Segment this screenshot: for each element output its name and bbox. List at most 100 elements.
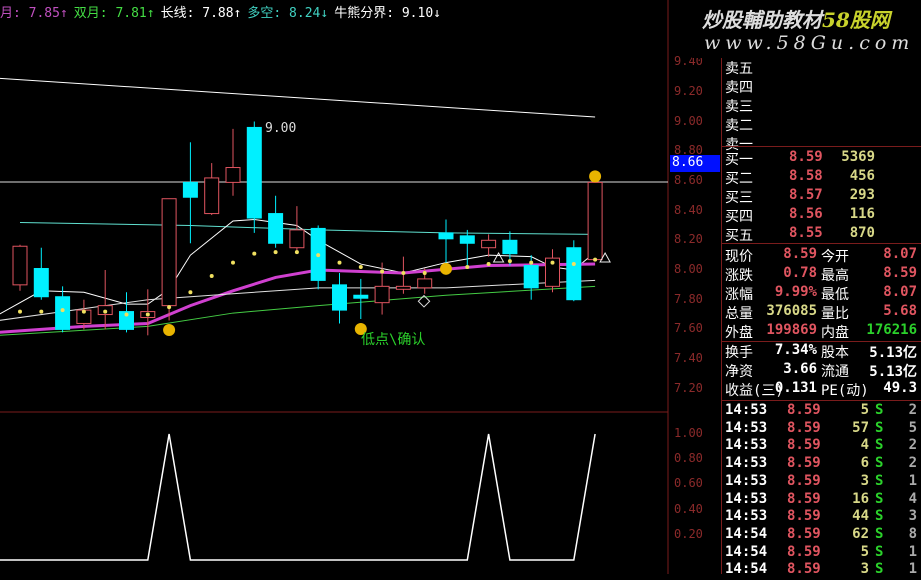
fundamental-value: 3.66 xyxy=(783,361,817,377)
bid-row[interactable]: 买三 8.57 293 xyxy=(725,187,919,206)
candle-body xyxy=(289,229,305,249)
tick-row: 14:53 8.59 57 S 5 xyxy=(725,420,919,439)
fundamental-row: 净资 3.66 流通 5.13亿 xyxy=(725,361,919,380)
tick-time: 14:53 xyxy=(725,508,768,525)
candle-body xyxy=(438,232,454,240)
fundamental-row: 换手 7.34% 股本 5.13亿 xyxy=(725,342,919,361)
signal-dot xyxy=(209,273,214,278)
ask-row[interactable]: 卖三 xyxy=(725,96,919,115)
signal-dot xyxy=(167,305,172,310)
tick-count: 5 xyxy=(908,419,917,436)
logo-brand: 58股网 xyxy=(822,8,890,32)
tick-count: 2 xyxy=(908,402,917,418)
quote-value: 8.07 xyxy=(883,284,917,300)
price-chart[interactable] xyxy=(0,0,670,574)
candle-body xyxy=(225,167,241,183)
quote-value: 8.59 xyxy=(883,265,917,281)
signal-dot xyxy=(316,253,321,258)
tick-time: 14:53 xyxy=(725,419,768,436)
tick-count: 4 xyxy=(908,490,917,507)
tick-time: 14:53 xyxy=(725,472,768,489)
low-point-confirm-label: 低点\确认 xyxy=(361,332,426,348)
tick-row: 14:53 8.59 16 S 4 xyxy=(725,491,919,510)
fundamental-label: PE(动) xyxy=(821,383,869,399)
candle-body xyxy=(523,265,539,289)
tick-count: 1 xyxy=(908,561,917,578)
tick-side: S xyxy=(875,543,884,560)
tick-side: S xyxy=(875,508,884,525)
signal-dot xyxy=(188,290,193,295)
candle-body xyxy=(332,284,347,311)
candle-body xyxy=(566,247,582,301)
signal-dot xyxy=(486,262,491,267)
bid-price: 8.57 xyxy=(789,187,823,203)
tick-side: S xyxy=(875,472,884,489)
fundamental-row: 收益(三) 0.131 PE(动) 49.3 xyxy=(725,380,919,399)
candle-body xyxy=(204,177,220,215)
tick-price: 8.59 xyxy=(787,402,821,418)
indicator-value: 月: 7.85↑ xyxy=(0,6,68,21)
divider xyxy=(722,146,921,147)
ask-label: 卖二 xyxy=(725,118,753,134)
bid-price: 8.59 xyxy=(789,149,823,165)
signal-dot xyxy=(401,270,406,275)
quote-panel: 炒股輔助教材58股网 www.58Gu.com 卖五 卖四 卖三 卖二 卖一 买一 8.59… xyxy=(692,0,921,578)
quote-value: 8.07 xyxy=(883,246,917,262)
candle-body xyxy=(459,235,475,244)
signal-dot xyxy=(380,269,385,274)
tick-volume: 44 xyxy=(852,508,869,525)
ask-row[interactable]: 卖二 xyxy=(725,115,919,134)
tick-price: 8.59 xyxy=(787,472,821,489)
quote-value: 376085 xyxy=(766,303,817,319)
divider xyxy=(722,243,921,244)
price-axis-label: 8.60 xyxy=(674,172,703,187)
tick-side: S xyxy=(875,525,884,542)
tick-row: 14:53 8.59 5 S 2 xyxy=(725,402,919,421)
fundamental-value: 5.13亿 xyxy=(869,345,917,361)
tick-volume: 3 xyxy=(860,472,869,489)
price-axis: 9.40 9.20 9.00 8.80 8.60 8.40 8.20 8.00 7.80 7.60… xyxy=(670,0,720,574)
ask-label: 卖五 xyxy=(725,61,753,77)
tick-time: 14:54 xyxy=(725,561,768,578)
quote-label: 今开 xyxy=(821,249,849,265)
tick-side: S xyxy=(875,419,884,436)
indicator-value: 多空: 8.24↓ xyxy=(247,6,329,21)
tick-price: 8.59 xyxy=(787,561,821,578)
quote-value: 176216 xyxy=(866,322,917,338)
quote-value: 0.78 xyxy=(783,265,817,281)
quote-label: 最高 xyxy=(821,268,849,284)
quote-label: 总量 xyxy=(725,306,753,322)
candle-body xyxy=(33,268,49,298)
tick-count: 3 xyxy=(908,508,917,525)
signal-dot xyxy=(60,308,65,313)
signal-dot xyxy=(294,250,299,255)
tick-volume: 6 xyxy=(860,455,869,472)
ask-row[interactable]: 卖五 xyxy=(725,58,919,77)
bid-row[interactable]: 买五 8.55 870 xyxy=(725,225,919,244)
indicator-axis-label: 1.00 xyxy=(674,426,703,440)
bid-label: 买一 xyxy=(725,152,753,168)
candle-body xyxy=(182,181,198,198)
bid-label: 买三 xyxy=(725,190,753,206)
quote-label: 量比 xyxy=(821,306,849,322)
indicator-value: 长线: 7.88↑ xyxy=(160,6,242,21)
tick-volume: 57 xyxy=(852,419,869,436)
bid-row[interactable]: 买二 8.58 456 xyxy=(725,168,919,187)
tick-row: 14:54 8.59 5 S 1 xyxy=(725,544,919,563)
tick-time: 14:53 xyxy=(725,402,768,418)
bid-volume: 5369 xyxy=(841,149,875,165)
signal-dot xyxy=(145,312,150,317)
bid-row[interactable]: 买一 8.59 5369 xyxy=(725,149,919,168)
candle-body xyxy=(587,181,603,261)
tick-price: 8.59 xyxy=(787,437,821,454)
quote-label: 涨跌 xyxy=(725,268,753,284)
price-axis-label: 7.20 xyxy=(674,380,703,395)
bid-row[interactable]: 买四 8.56 116 xyxy=(725,206,919,225)
triangle-icon xyxy=(492,251,505,263)
signal-dot xyxy=(422,270,427,275)
tick-count: 2 xyxy=(908,455,917,472)
watermark-logo: 炒股輔助教材58股网 www.58Gu.com xyxy=(692,0,921,58)
fundamental-value: 7.34% xyxy=(774,342,817,358)
bid-label: 买四 xyxy=(725,209,753,225)
ask-row[interactable]: 卖四 xyxy=(725,77,919,96)
